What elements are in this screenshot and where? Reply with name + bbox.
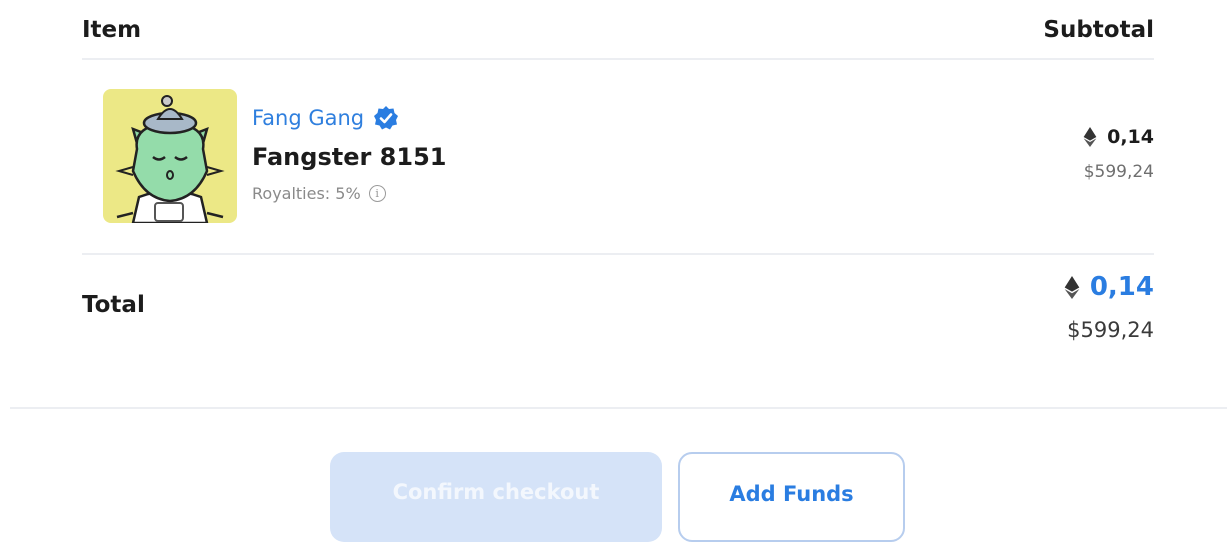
item-column-header: Item	[82, 17, 142, 43]
ethereum-icon	[1064, 275, 1080, 299]
total-price-eth: 0,14	[1064, 272, 1154, 302]
total-divider	[82, 253, 1154, 255]
add-funds-button[interactable]: Add Funds	[678, 452, 905, 542]
ethereum-icon	[1083, 127, 1097, 147]
fangster-artwork	[115, 95, 225, 223]
header-divider	[82, 58, 1154, 60]
total-eth-value: 0,14	[1089, 272, 1154, 302]
royalties-label: Royalties: 5%	[252, 184, 361, 203]
royalties-info: Royalties: 5% i	[252, 184, 386, 203]
subtotal-column-header: Subtotal	[1043, 17, 1154, 43]
cart-header: Item Subtotal	[82, 14, 1154, 46]
item-price-eth: 0,14	[1083, 126, 1154, 148]
nft-thumbnail[interactable]	[103, 89, 237, 223]
footer-divider	[10, 407, 1227, 409]
collection-name[interactable]: Fang Gang	[252, 106, 364, 130]
collection-link[interactable]: Fang Gang	[252, 103, 399, 133]
nft-name: Fangster 8151	[252, 143, 447, 171]
item-eth-value: 0,14	[1107, 126, 1154, 148]
total-price-usd: $599,24	[1067, 318, 1154, 342]
item-price-usd: $599,24	[1083, 162, 1154, 182]
confirm-checkout-button[interactable]: Confirm checkout	[330, 452, 662, 542]
total-label: Total	[82, 292, 145, 318]
info-icon[interactable]: i	[368, 185, 386, 202]
verified-badge-icon	[374, 106, 399, 130]
